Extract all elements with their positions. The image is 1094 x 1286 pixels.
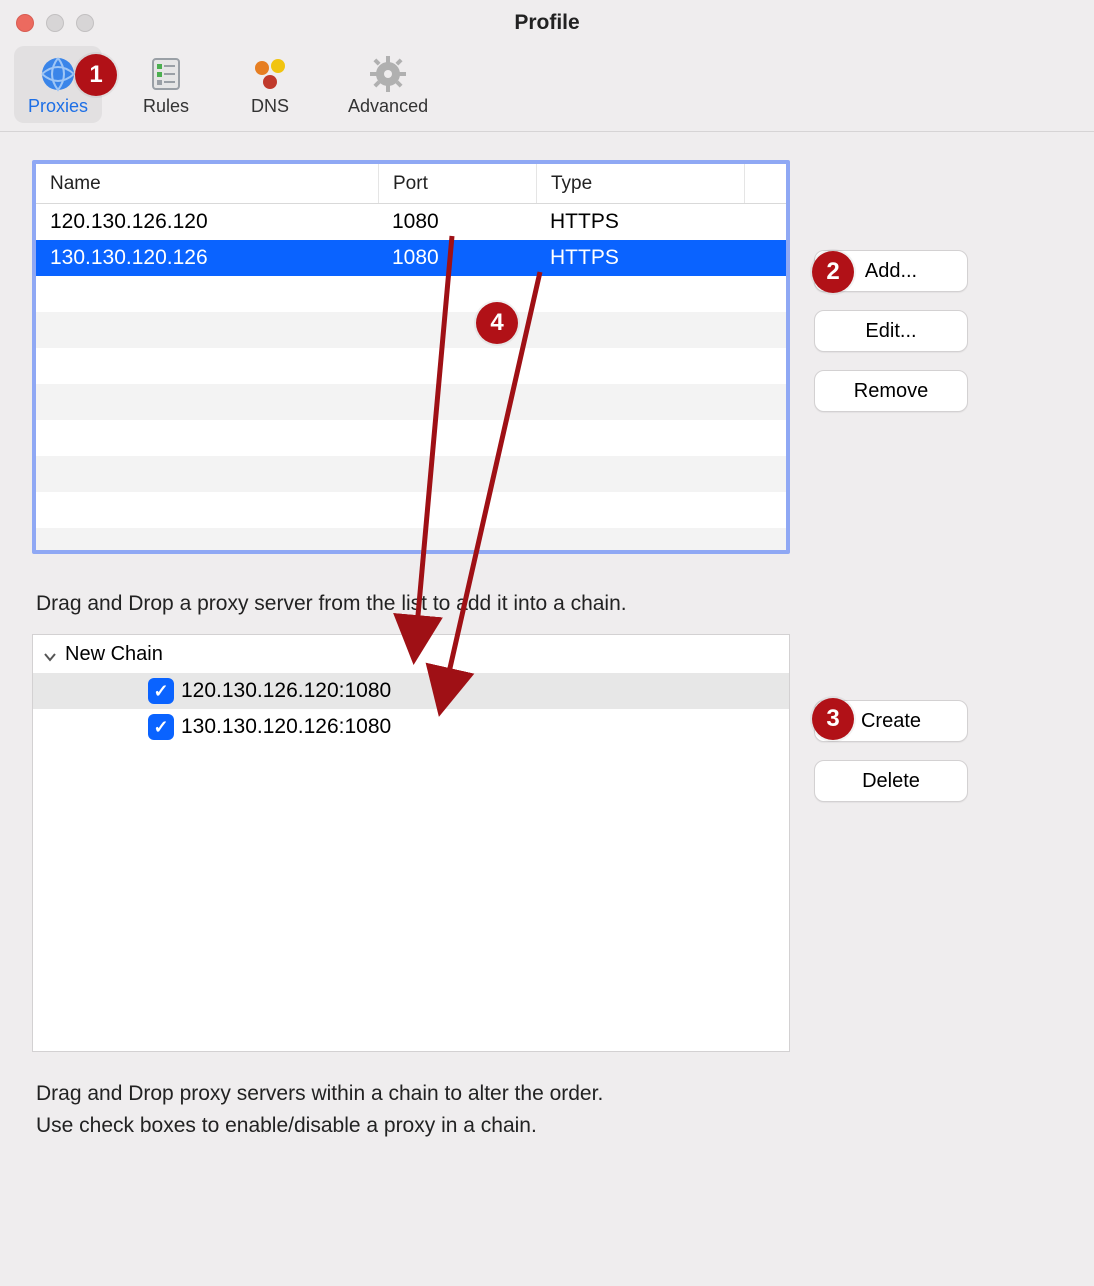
tab-advanced[interactable]: Advanced: [334, 46, 442, 123]
table-row-empty: [36, 492, 786, 528]
tab-proxies-label: Proxies: [28, 96, 88, 117]
chain-item-label: 130.130.120.126:1080: [181, 715, 789, 739]
cell-type: HTTPS: [536, 240, 744, 276]
content: Name Port Type 120.130.126.120 1080 HTTP…: [0, 132, 1094, 1173]
tab-dns-label: DNS: [251, 96, 289, 117]
tab-rules[interactable]: Rules: [126, 46, 206, 123]
window-title: Profile: [0, 11, 1094, 35]
chain-item[interactable]: ✓ 120.130.126.120:1080: [33, 673, 789, 709]
table-row-empty: [36, 312, 786, 348]
chevron-down-icon: [43, 647, 57, 661]
cell-type: HTTPS: [536, 204, 744, 240]
window-minimize-button[interactable]: [46, 14, 64, 32]
table-row[interactable]: 120.130.126.120 1080 HTTPS: [36, 204, 786, 240]
annotation-badge-1: 1: [75, 54, 117, 96]
tab-advanced-label: Advanced: [348, 96, 428, 117]
globe-icon: [36, 52, 80, 96]
footer-hint-line2: Use check boxes to enable/disable a prox…: [36, 1110, 1062, 1142]
chain-box[interactable]: New Chain ✓ 120.130.126.120:1080 ✓ 130.1…: [32, 634, 790, 1052]
atoms-icon: [248, 52, 292, 96]
titlebar: Profile: [0, 0, 1094, 46]
annotation-badge-3: 3: [812, 698, 854, 740]
table-row-empty: [36, 276, 786, 312]
edit-button[interactable]: Edit...: [814, 310, 968, 352]
proxy-table-header: Name Port Type: [36, 164, 786, 204]
traffic-lights: [16, 14, 94, 32]
checklist-icon: [144, 52, 188, 96]
column-spacer: [744, 164, 786, 203]
window-maximize-button[interactable]: [76, 14, 94, 32]
chain-item[interactable]: ✓ 130.130.120.126:1080: [33, 709, 789, 745]
gear-icon: [366, 52, 410, 96]
column-port[interactable]: Port: [378, 164, 536, 203]
footer-hint-line1: Drag and Drop proxy servers within a cha…: [36, 1078, 1062, 1110]
proxy-table-body: 120.130.126.120 1080 HTTPS 130.130.120.1…: [36, 204, 786, 550]
toolbar: Proxies Rules DNS: [0, 46, 1094, 132]
window-close-button[interactable]: [16, 14, 34, 32]
table-row[interactable]: 130.130.120.126 1080 HTTPS: [36, 240, 786, 276]
cell-name: 130.130.120.126: [36, 240, 378, 276]
tab-rules-label: Rules: [143, 96, 189, 117]
table-row-empty: [36, 348, 786, 384]
cell-name: 120.130.126.120: [36, 204, 378, 240]
proxy-table[interactable]: Name Port Type 120.130.126.120 1080 HTTP…: [32, 160, 790, 554]
chain-header[interactable]: New Chain: [33, 635, 789, 673]
chain-item-checkbox[interactable]: ✓: [148, 714, 174, 740]
delete-button[interactable]: Delete: [814, 760, 968, 802]
annotation-badge-2: 2: [812, 251, 854, 293]
drag-hint: Drag and Drop a proxy server from the li…: [36, 592, 1062, 616]
chain-item-checkbox[interactable]: ✓: [148, 678, 174, 704]
table-row-empty: [36, 384, 786, 420]
cell-port: 1080: [378, 240, 536, 276]
chain-item-label: 120.130.126.120:1080: [181, 679, 789, 703]
chain-name: New Chain: [65, 643, 163, 666]
footer-hint: Drag and Drop proxy servers within a cha…: [36, 1078, 1062, 1141]
remove-button[interactable]: Remove: [814, 370, 968, 412]
column-name[interactable]: Name: [36, 164, 378, 203]
cell-port: 1080: [378, 204, 536, 240]
table-row-empty: [36, 528, 786, 550]
column-type[interactable]: Type: [536, 164, 744, 203]
table-row-empty: [36, 420, 786, 456]
table-row-empty: [36, 456, 786, 492]
tab-dns[interactable]: DNS: [230, 46, 310, 123]
annotation-badge-4: 4: [476, 302, 518, 344]
